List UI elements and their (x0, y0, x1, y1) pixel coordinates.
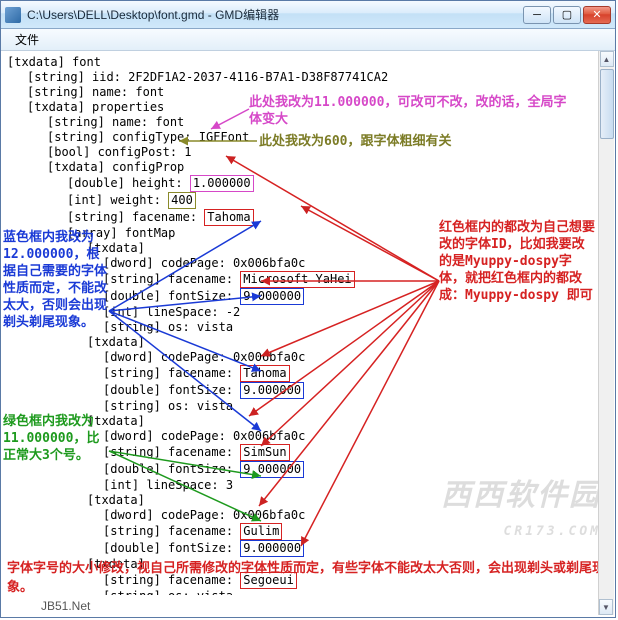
tree-line: [txdata] (7, 414, 609, 429)
tree-line: [dword] codePage: 0x006bfa0c (7, 508, 609, 523)
label: [double] fontSize: (103, 383, 240, 397)
window-title: C:\Users\DELL\Desktop\font.gmd - GMD编辑器 (27, 6, 523, 23)
tree-line: [dword] codePage: 0x006bfa0c (7, 429, 609, 444)
tree-line: [dword] codePage: 0x006bfa0c (7, 256, 609, 271)
scroll-thumb[interactable] (600, 69, 614, 139)
tree-line: [string] os: vista (7, 320, 609, 335)
titlebar[interactable]: C:\Users\DELL\Desktop\font.gmd - GMD编辑器 … (1, 1, 615, 29)
facename-value[interactable]: Microsoft YaHei (240, 271, 354, 288)
label: [string] facename: (67, 210, 204, 224)
tree-line: [string] name: font (7, 115, 609, 130)
label: [int] weight: (67, 193, 168, 207)
tree-line: [int] weight: 400 (7, 192, 609, 209)
tree-line: [bool] configPost: 1 (7, 145, 609, 160)
tree-line: [string] facename: SimSun (7, 444, 609, 461)
tree-line: [double] fontSize: 9.000000 (7, 540, 609, 557)
tree-line: [txdata] (7, 335, 609, 350)
height-value[interactable]: 1.000000 (190, 175, 254, 192)
facename-value[interactable]: Tahoma (240, 365, 289, 382)
tree-line: [txdata] properties (7, 100, 609, 115)
facename-value[interactable]: Gulim (240, 523, 282, 540)
scroll-up-button[interactable]: ▲ (600, 51, 614, 67)
tree-line: [string] facename: Tahoma (7, 209, 609, 226)
scroll-down-button[interactable]: ▼ (599, 599, 613, 615)
annotation-footer: 字体字号的大小修改，视自己所需修改的字体性质而定，有些字体不能改太大否则，会出现… (7, 557, 609, 595)
editor-content[interactable]: [txdata] font [string] iid: 2F2DF1A2-203… (1, 51, 615, 595)
tree-line: [txdata] (7, 493, 609, 508)
label: [double] fontSize: (103, 541, 240, 555)
tree-line: [string] facename: Gulim (7, 523, 609, 540)
maximize-button[interactable]: ▢ (553, 6, 581, 24)
label: [string] facename: (103, 272, 240, 286)
label: [string] facename: (103, 366, 240, 380)
fontsize-value[interactable]: 9.000000 (240, 288, 304, 305)
tree-line: [txdata] configProp (7, 160, 609, 175)
label: [string] facename: (103, 524, 240, 538)
vertical-scrollbar[interactable]: ▲ ▼ (598, 51, 614, 615)
label: [double] height: (67, 176, 190, 190)
tree-line: [int] lineSpace: -2 (7, 305, 609, 320)
tree-line: [string] iid: 2F2DF1A2-2037-4116-B7A1-D3… (7, 70, 609, 85)
facename-value[interactable]: Tahoma (204, 209, 253, 226)
tree-line: [double] fontSize: 9.000000 (7, 288, 609, 305)
app-window: C:\Users\DELL\Desktop\font.gmd - GMD编辑器 … (0, 0, 616, 618)
fontsize-value[interactable]: 9.000000 (240, 382, 304, 399)
label: [double] fontSize: (103, 462, 240, 476)
menu-file[interactable]: 文件 (7, 29, 47, 50)
tree-line: [string] facename: Microsoft YaHei (7, 271, 609, 288)
minimize-button[interactable]: ─ (523, 6, 551, 24)
tree-line: [double] fontSize: 9.000000 (7, 461, 609, 478)
menubar: 文件 (1, 29, 615, 51)
tree-line: [double] height: 1.000000 (7, 175, 609, 192)
brand-label: JB51.Net (41, 599, 90, 613)
fontsize-value[interactable]: 9.000000 (240, 540, 304, 557)
tree-line: [string] os: vista (7, 399, 609, 414)
tree-line: [string] configType: IGFFont (7, 130, 609, 145)
tree-line: [string] name: font (7, 85, 609, 100)
tree-line: [txdata] (7, 241, 609, 256)
tree-line: [string] facename: Tahoma (7, 365, 609, 382)
tree-line: [txdata] font (7, 55, 609, 70)
weight-value[interactable]: 400 (168, 192, 196, 209)
app-icon (5, 7, 21, 23)
fontsize-value[interactable]: 9.000000 (240, 461, 304, 478)
label: [string] facename: (103, 445, 240, 459)
window-buttons: ─ ▢ ✕ (523, 6, 611, 24)
facename-value[interactable]: SimSun (240, 444, 289, 461)
label: [double] fontSize: (103, 289, 240, 303)
tree-line: [int] lineSpace: 3 (7, 478, 609, 493)
tree-line: [double] fontSize: 9.000000 (7, 382, 609, 399)
close-button[interactable]: ✕ (583, 6, 611, 24)
tree-line: [array] fontMap (7, 226, 609, 241)
tree-line: [dword] codePage: 0x006bfa0c (7, 350, 609, 365)
